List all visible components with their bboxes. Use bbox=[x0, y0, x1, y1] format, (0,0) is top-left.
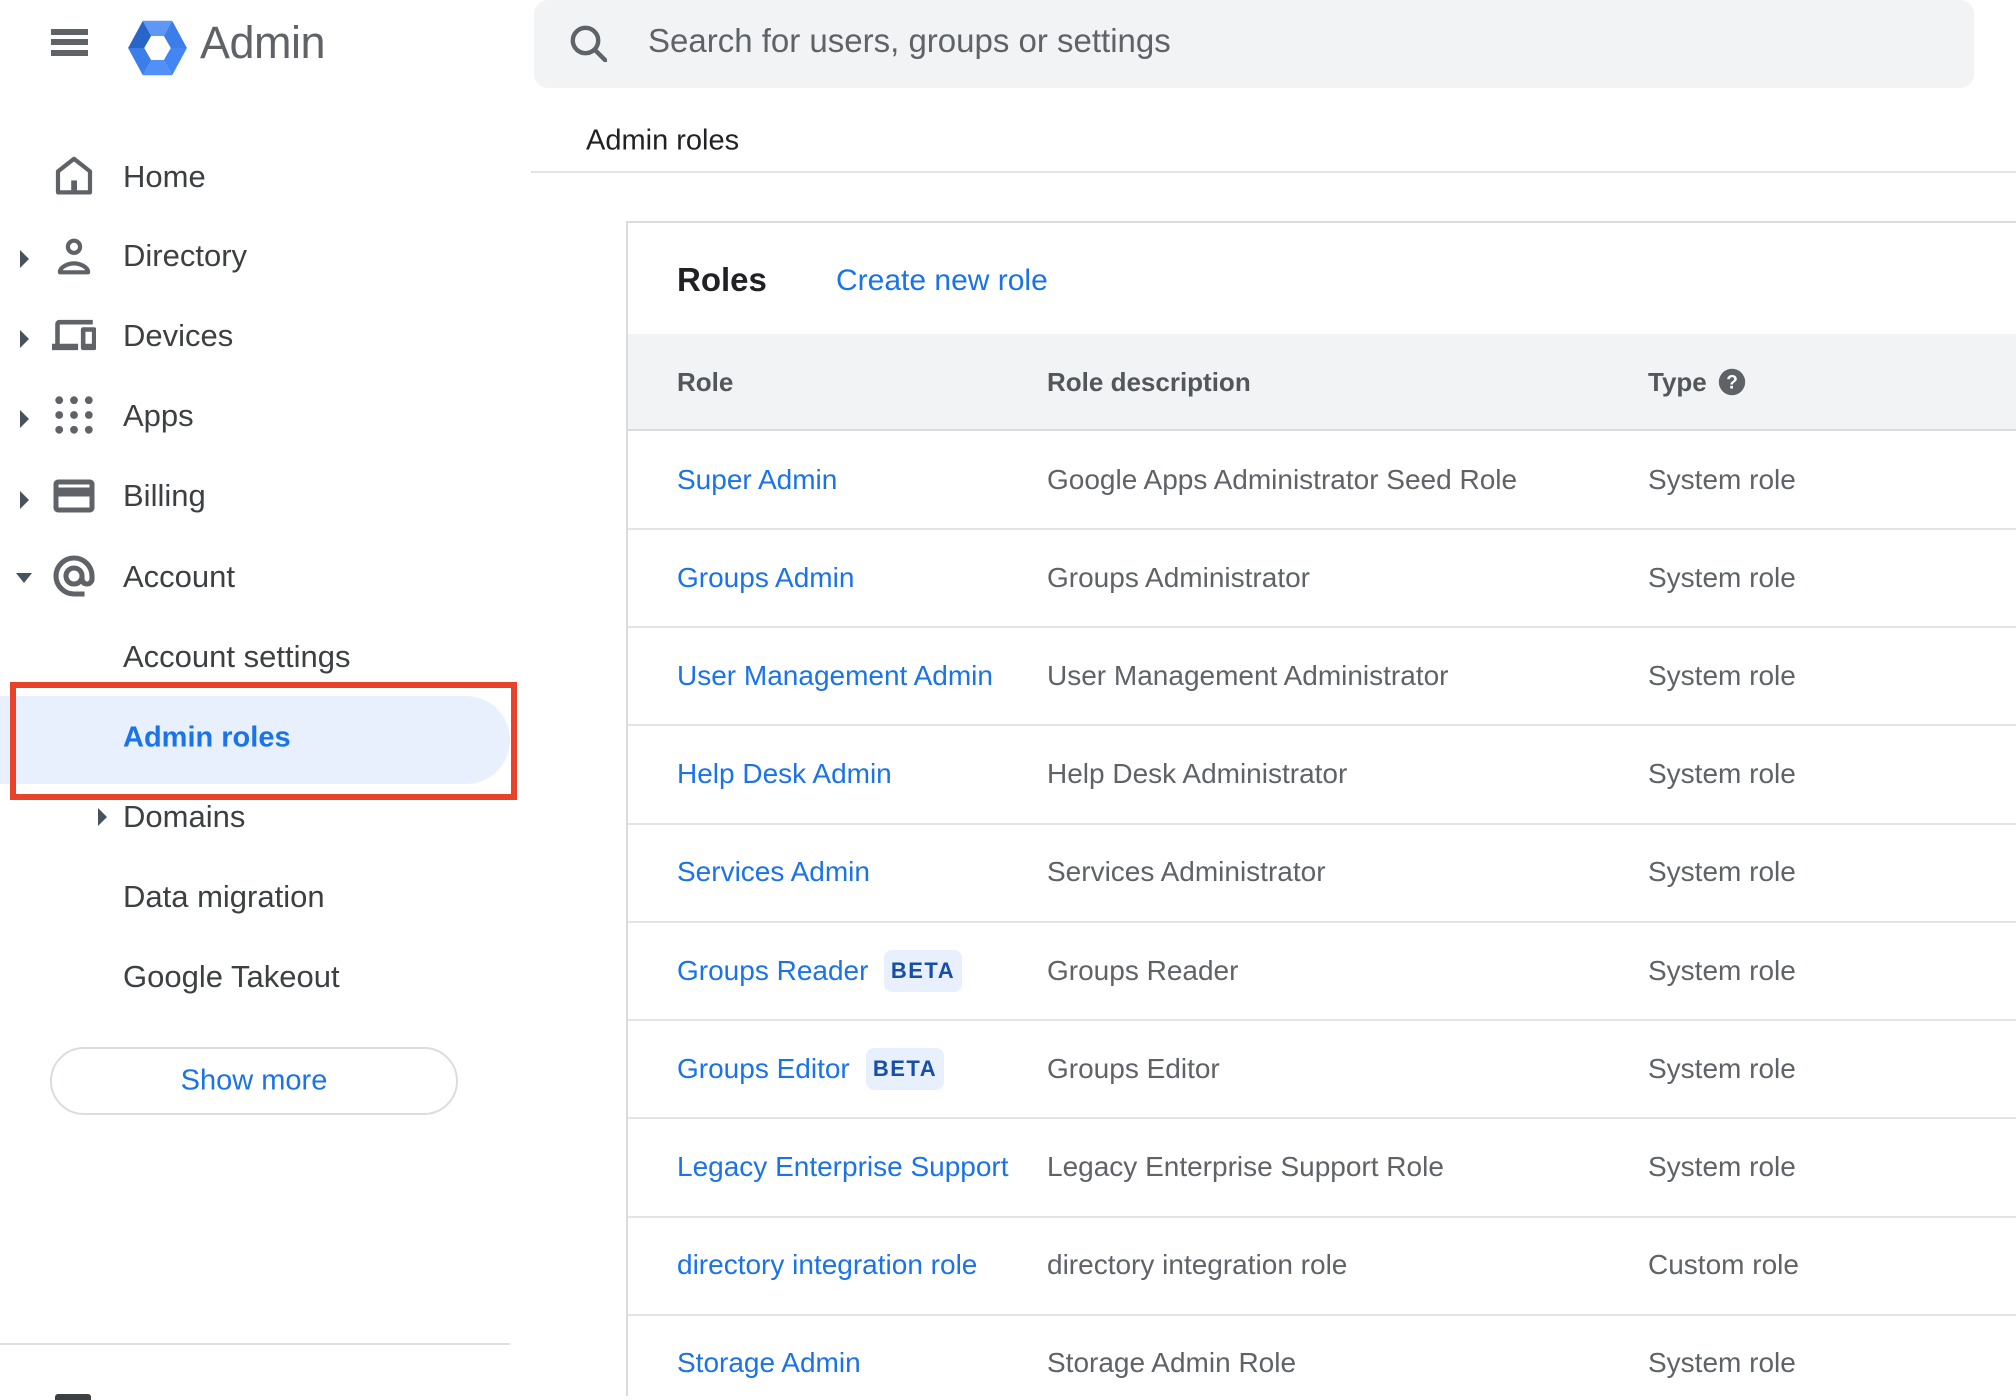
svg-text:?: ? bbox=[1726, 372, 1738, 393]
